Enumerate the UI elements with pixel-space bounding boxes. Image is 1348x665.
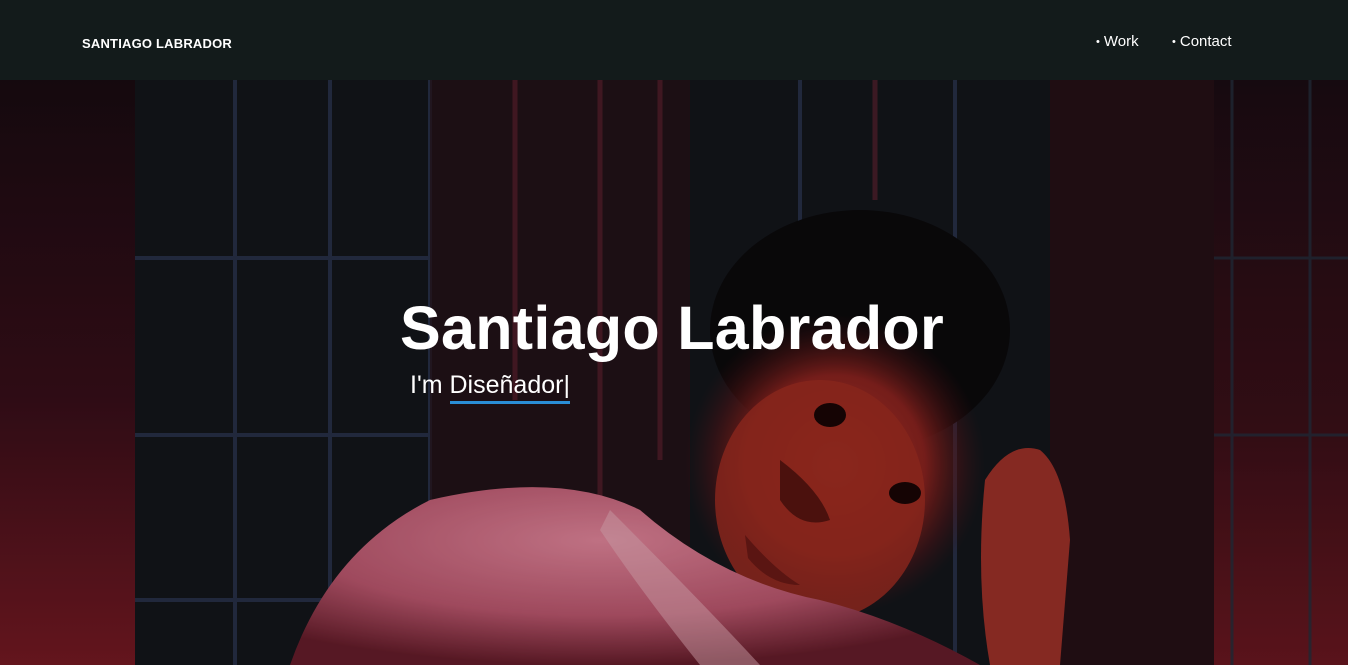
- bullet-icon: •: [1096, 36, 1100, 48]
- hero-overlay: [0, 80, 1348, 665]
- bullet-icon: •: [1172, 36, 1176, 48]
- brand-logo-link[interactable]: SANTIAGO LABRADOR: [82, 36, 232, 51]
- hero-section: Santiago Labrador I'm Diseñador|: [0, 80, 1348, 665]
- typed-role-text: Diseñador|: [449, 370, 570, 404]
- nav-item-work[interactable]: • Work: [1096, 33, 1156, 52]
- hero-intro-text: I'm: [410, 371, 443, 399]
- page: SANTIAGO LABRADOR • Work • Contact Santi…: [0, 0, 1348, 665]
- nav-item-contact[interactable]: • Contact: [1172, 33, 1252, 52]
- hero-title: Santiago Labrador: [400, 294, 945, 362]
- navbar: SANTIAGO LABRADOR • Work • Contact: [0, 0, 1348, 80]
- nav-item-label: Work: [1103, 33, 1139, 50]
- nav-item-label: Contact: [1179, 33, 1232, 50]
- hero-subtitle: I'm Diseñador|: [410, 370, 570, 404]
